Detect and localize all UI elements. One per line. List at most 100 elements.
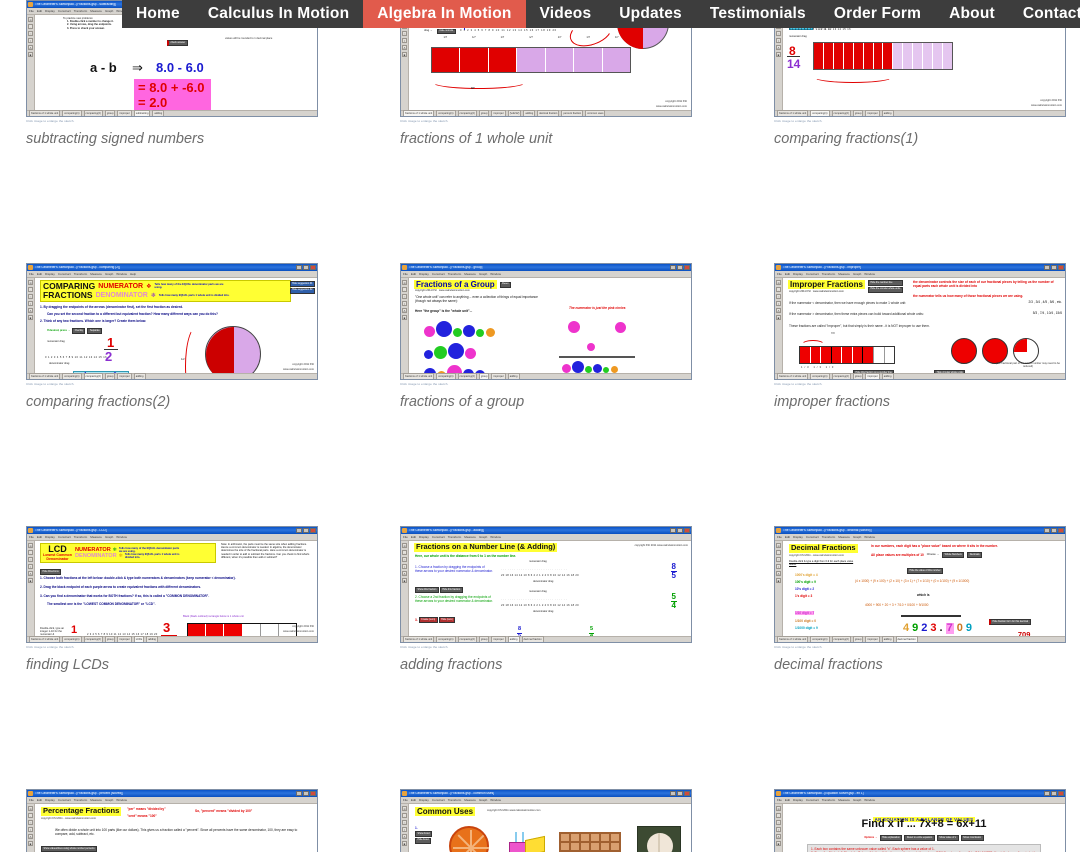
tool-palette[interactable]: ➔ · ○ / A ■ xyxy=(401,15,409,110)
menu-measure[interactable]: Measure xyxy=(838,535,850,539)
tool-palette[interactable]: ➔ · ○ / A ■ xyxy=(775,278,783,373)
menu-file[interactable]: File xyxy=(29,798,34,802)
sheet-tab-active[interactable]: improper xyxy=(865,373,880,379)
menu-display[interactable]: Display xyxy=(793,535,803,539)
window-menubar[interactable]: File Edit Display Construct Transform Me… xyxy=(401,534,691,541)
sheet-tab[interactable]: improper xyxy=(117,636,132,642)
point-tool-icon[interactable]: · xyxy=(28,813,33,818)
menu-display[interactable]: Display xyxy=(45,535,55,539)
sketch-canvas[interactable]: AN EQUATION IS A BALANCE OF VALUES Find … xyxy=(783,804,1065,852)
menu-edit[interactable]: Edit xyxy=(37,9,42,13)
maximize-icon[interactable] xyxy=(303,791,309,796)
menu-measure[interactable]: Measure xyxy=(90,272,102,276)
maximize-icon[interactable] xyxy=(1051,528,1057,533)
menu-edit[interactable]: Edit xyxy=(37,798,42,802)
sheet-tab[interactable]: adding xyxy=(881,636,894,642)
window-buttons[interactable] xyxy=(296,791,316,796)
circle-tool-icon[interactable]: ○ xyxy=(28,294,33,299)
point-tool-icon[interactable]: · xyxy=(28,550,33,555)
arrow-tool-icon[interactable]: ➔ xyxy=(776,543,781,548)
sketch-canvas[interactable]: Common Uses copyright KSI 2011 www.calcu… xyxy=(409,804,691,852)
sheet-tab[interactable]: group xyxy=(104,373,116,379)
sheet-tab[interactable]: adding xyxy=(507,373,520,379)
thumbnail-comparing-fractions-2[interactable]: The Geometer's Sketchpad - [Fractions.gs… xyxy=(26,263,318,386)
menu-measure[interactable]: Measure xyxy=(90,535,102,539)
sheet-tab[interactable]: comparing(2) xyxy=(831,373,851,379)
circle-tool-icon[interactable]: ○ xyxy=(402,820,407,825)
circle-tool-icon[interactable]: ○ xyxy=(28,557,33,562)
gallery-item[interactable]: The Geometer's Sketchpad - [Equation Sol… xyxy=(774,789,1066,852)
segment-tool-icon[interactable]: / xyxy=(776,38,781,43)
menu-construct[interactable]: Construct xyxy=(806,272,819,276)
sheet-tab[interactable]: fractions of 1 whole unit xyxy=(777,636,809,642)
window-menubar[interactable]: File Edit Display Construct Transform Me… xyxy=(401,797,691,804)
sketch-canvas[interactable]: Fractions on a Number Line (& Adding) He… xyxy=(409,541,691,636)
sheet-tab[interactable]: decimal fraction xyxy=(537,110,560,116)
sheet-tab[interactable]: comparing(1) xyxy=(810,373,830,379)
overlay-button[interactable]: Overlay xyxy=(72,328,86,334)
arrow-tool-icon[interactable]: ➔ xyxy=(402,806,407,811)
hide-circular-units-button[interactable]: Hide circular whole units xyxy=(934,370,966,373)
segment-tool-icon[interactable]: / xyxy=(402,827,407,832)
text-tool-icon[interactable]: A xyxy=(402,571,407,576)
sheet-tab[interactable]: adding xyxy=(881,373,894,379)
text-tool-icon[interactable]: A xyxy=(402,45,407,50)
tool-palette[interactable]: ➔ · ○ / A ■ xyxy=(27,278,35,373)
gallery-item[interactable]: The Geometer's Sketchpad - [Fractions.gs… xyxy=(400,263,692,526)
sheet-tab-active[interactable]: LCDs xyxy=(133,636,145,642)
show-conclusion-button[interactable]: Show conclusion xyxy=(960,835,984,841)
menu-display[interactable]: Display xyxy=(45,9,55,13)
window-menubar[interactable]: File Edit Display Construct Transform Me… xyxy=(27,797,317,804)
menu-window[interactable]: Window xyxy=(490,535,501,539)
sheet-tab[interactable]: comparing(1) xyxy=(436,373,456,379)
sheet-tab[interactable]: group xyxy=(852,373,864,379)
sheet-tab[interactable]: group xyxy=(478,636,490,642)
close-icon[interactable] xyxy=(684,528,690,533)
menu-display[interactable]: Display xyxy=(793,798,803,802)
sheet-tab[interactable]: comparing(2) xyxy=(457,373,477,379)
sheet-tab[interactable]: fractions of 1 whole unit xyxy=(29,636,61,642)
sheet-tabs[interactable]: fractions of 1 whole unit comparing(1) c… xyxy=(775,110,1065,116)
sheet-tab[interactable]: common uses xyxy=(585,110,606,116)
menu-construct[interactable]: Construct xyxy=(806,535,819,539)
menu-construct[interactable]: Construct xyxy=(58,9,71,13)
sheet-tab[interactable]: improper xyxy=(491,110,506,116)
menu-measure[interactable]: Measure xyxy=(838,272,850,276)
menu-construct[interactable]: Construct xyxy=(432,535,445,539)
text-tool-icon[interactable]: A xyxy=(28,308,33,313)
menu-graph[interactable]: Graph xyxy=(853,535,861,539)
menu-graph[interactable]: Graph xyxy=(479,535,487,539)
menu-file[interactable]: File xyxy=(777,272,782,276)
thumbnail-fractions-of-a-group[interactable]: The Geometer's Sketchpad - [Fractions.gs… xyxy=(400,263,692,386)
sheet-tab[interactable]: comparing(1) xyxy=(62,373,82,379)
hide-suggestion-1-button[interactable]: Hide suggestion #1 xyxy=(289,281,315,287)
sketch-canvas[interactable]: COMPARING NUMERATOR ❖ Tells how many of … xyxy=(35,278,317,373)
sheet-tab[interactable]: comparing(2) xyxy=(83,636,103,642)
menu-edit[interactable]: Edit xyxy=(411,535,416,539)
nav-item-testimonials[interactable]: Testimonials xyxy=(696,0,820,28)
menu-transform[interactable]: Transform xyxy=(74,535,88,539)
hide-number-line-button[interactable]: Hide the number line xyxy=(867,280,903,286)
custom-tool-icon[interactable]: ■ xyxy=(28,578,33,583)
sheet-tab-active[interactable]: subtracting xyxy=(133,110,151,116)
tool-palette[interactable]: ➔ · ○ / A ■ xyxy=(775,804,783,852)
window-buttons[interactable] xyxy=(1044,265,1064,270)
gallery-item[interactable]: The Geometer's Sketchpad - [Fractions.gs… xyxy=(774,0,1066,263)
sheet-tab[interactable]: group xyxy=(852,636,864,642)
segment-tool-icon[interactable]: / xyxy=(402,38,407,43)
sheet-tab[interactable]: improper xyxy=(865,636,880,642)
menu-edit[interactable]: Edit xyxy=(37,272,42,276)
hide-controls-button[interactable]: hide controls xyxy=(436,28,456,35)
sheet-tabs[interactable]: fractions of 1 whole unit comparing(1) c… xyxy=(27,373,317,379)
sketch-canvas[interactable]: drag → hide controls 0 1 2 3 4 5 6 7 8 9… xyxy=(409,15,691,110)
gallery-item[interactable]: The Geometer's Sketchpad - [Fractions.gs… xyxy=(774,263,1066,526)
segment-tool-icon[interactable]: / xyxy=(28,827,33,832)
circle-tool-icon[interactable]: ○ xyxy=(776,557,781,562)
sheet-tab[interactable]: adding xyxy=(133,373,146,379)
circle-tool-icon[interactable]: ○ xyxy=(776,820,781,825)
close-icon[interactable] xyxy=(310,265,316,270)
window-menubar[interactable]: File Edit Display Construct Transform Me… xyxy=(27,534,317,541)
window-buttons[interactable] xyxy=(670,265,690,270)
thumbnail-finding-lcds[interactable]: The Geometer's Sketchpad - [Fractions.gs… xyxy=(26,526,318,649)
segment-tool-icon[interactable]: / xyxy=(402,564,407,569)
